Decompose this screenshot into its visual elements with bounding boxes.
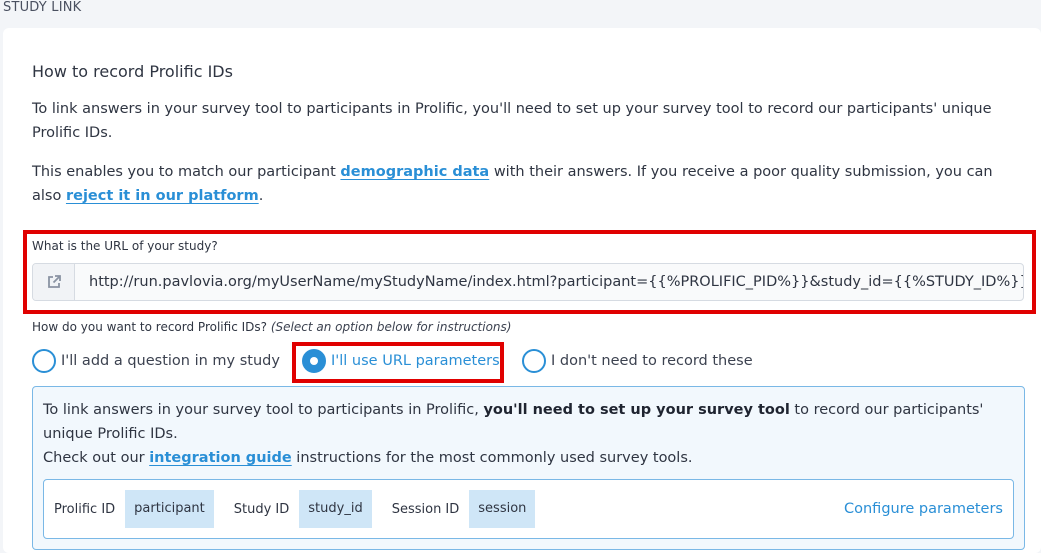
record-question-label: How do you want to record Prolific IDs? … [32, 320, 511, 334]
info-text-part: To link answers in your survey tool to p… [43, 402, 484, 418]
section-heading: How to record Prolific IDs [32, 62, 233, 81]
prolific-id-label: Prolific ID [54, 501, 116, 517]
info-bold-text: you'll need to set up your survey tool [483, 402, 790, 418]
radio-label: I'll add a question in my study [61, 353, 280, 369]
study-id-param: study_id [299, 490, 372, 528]
info-text: To link answers in your survey tool to p… [43, 398, 1003, 470]
intro-paragraph: To link answers in your survey tool to p… [32, 101, 992, 141]
session-id-param: session [469, 490, 536, 528]
url-option-highlight-box [292, 342, 504, 383]
reject-in-platform-link[interactable]: reject it in our platform [66, 188, 259, 204]
radio-label: I don't need to record these [551, 353, 753, 369]
radio-circle[interactable] [32, 349, 56, 373]
radio-add-question[interactable]: I'll add a question in my study [32, 349, 280, 373]
configure-parameters-link[interactable]: Configure parameters [844, 501, 1003, 517]
url-highlight-box [23, 230, 1036, 314]
demographic-paragraph: This enables you to match our participan… [32, 160, 1022, 208]
radio-no-record[interactable]: I don't need to record these [522, 349, 753, 373]
radio-circle[interactable] [522, 349, 546, 373]
record-question-text: How do you want to record Prolific IDs? [32, 320, 268, 334]
parameters-box: Prolific ID participant Study ID study_i… [43, 479, 1014, 539]
para-text: . [258, 188, 264, 204]
integration-guide-link[interactable]: integration guide [149, 450, 292, 466]
info-text-part: Check out our [43, 450, 150, 466]
section-label: STUDY LINK [3, 0, 82, 15]
record-question-hint: (Select an option below for instructions… [270, 320, 512, 334]
url-parameters-info-panel: To link answers in your survey tool to p… [32, 386, 1025, 550]
study-id-label: Study ID [233, 501, 290, 517]
prolific-id-param: participant [125, 490, 214, 528]
info-text-part: instructions for the most commonly used … [291, 450, 693, 466]
demographic-data-link[interactable]: demographic data [340, 164, 489, 180]
session-id-label: Session ID [391, 501, 460, 517]
para-text: This enables you to match our participan… [32, 164, 341, 180]
